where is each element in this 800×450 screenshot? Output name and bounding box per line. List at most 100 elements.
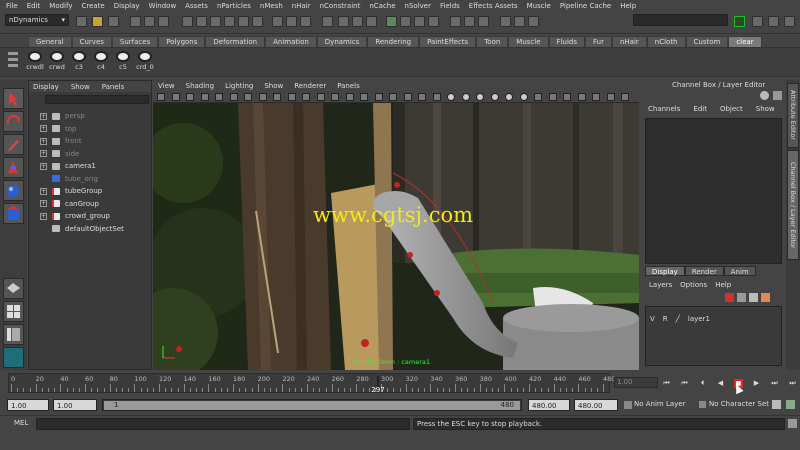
outliner-item[interactable]: + front [29, 135, 151, 148]
open-scene-icon[interactable] [92, 16, 103, 27]
shelf-button[interactable]: crwdl [24, 51, 46, 71]
viewport-menu-view[interactable]: View [158, 82, 175, 90]
expand-icon[interactable]: + [40, 212, 47, 220]
menu-assets[interactable]: Assets [185, 2, 208, 10]
snap-grid-icon[interactable] [196, 16, 207, 27]
render-icon[interactable] [461, 93, 470, 101]
shelf-tab-general[interactable]: General [28, 36, 72, 47]
textured-icon[interactable] [345, 93, 354, 101]
current-frame-field[interactable]: 1.00 [614, 377, 658, 388]
expand-icon[interactable]: + [40, 150, 47, 158]
scale-tool-icon[interactable] [3, 203, 24, 224]
shelf-tab-curves[interactable]: Curves [71, 36, 112, 47]
render-view-icon[interactable] [450, 16, 461, 27]
expand-icon[interactable]: + [40, 200, 47, 208]
layer-visibility-toggle[interactable]: V [650, 315, 655, 323]
quick-input-field[interactable] [633, 14, 728, 26]
bounding-box-icon[interactable] [534, 93, 542, 101]
paint-icon[interactable] [514, 16, 525, 27]
shelf-button[interactable]: c3 [68, 51, 90, 71]
attribute-editor-tab[interactable]: Attribute Editor [787, 83, 799, 148]
shelf-button[interactable]: crwd [46, 51, 68, 71]
channel-box-options-icon[interactable] [760, 91, 769, 100]
playback-start-field[interactable]: 1.00 [53, 399, 97, 411]
grid-icon[interactable] [287, 93, 296, 101]
make-live-icon[interactable] [252, 16, 263, 27]
bookmark-icon[interactable] [171, 93, 180, 101]
layer-sort-icon[interactable] [761, 293, 770, 302]
range-slider-handle[interactable]: 1 480 [104, 401, 520, 410]
play-back-icon[interactable]: ◀ [716, 379, 725, 388]
menu-window[interactable]: Window [149, 2, 177, 10]
outliner-item[interactable]: + crowd_group [29, 210, 151, 223]
shelf-tab-animation[interactable]: Animation [265, 36, 317, 47]
smooth-shade-icon[interactable] [316, 93, 325, 101]
channel-box-content[interactable] [645, 118, 782, 264]
render-settings-icon[interactable] [366, 16, 377, 27]
sculpt-icon[interactable] [500, 16, 511, 27]
tool-settings-icon[interactable] [752, 16, 763, 27]
select-component-icon[interactable] [158, 16, 169, 27]
expand-icon[interactable]: + [40, 137, 47, 145]
outliner-item[interactable]: + tubeGroup [29, 185, 151, 198]
shelf-button[interactable]: c5 [112, 51, 134, 71]
quality-icon[interactable] [577, 93, 586, 101]
step-forward-key-icon[interactable]: ⏭ [770, 379, 779, 388]
channel-box-layout-icon[interactable] [773, 91, 782, 100]
menu-pipeline-cache[interactable]: Pipeline Cache [560, 2, 611, 10]
outliner-menu-show[interactable]: Show [71, 83, 90, 91]
motion-blur-icon[interactable] [490, 93, 499, 101]
shelf-tab-clear[interactable]: clear [728, 36, 762, 47]
select-object-icon[interactable] [144, 16, 155, 27]
menu-edit[interactable]: Edit [27, 2, 41, 10]
layer-render-toggle[interactable]: R [663, 315, 668, 323]
layout-outliner-icon[interactable] [3, 324, 24, 345]
expand-icon[interactable]: + [40, 162, 47, 170]
history-icon[interactable] [272, 16, 283, 27]
menu-nconstraint[interactable]: nConstraint [320, 2, 361, 10]
snap-plane-icon[interactable] [238, 16, 249, 27]
shelf-button[interactable]: crd_0 [134, 51, 156, 71]
wireframe-shaded-icon[interactable] [519, 93, 528, 101]
go-start-icon[interactable]: ⏮ [662, 379, 671, 388]
outliner-item[interactable]: + top [29, 123, 151, 136]
viewport-menu-lighting[interactable]: Lighting [225, 82, 253, 90]
layer-tab-render[interactable]: Render [684, 266, 724, 276]
xray-joints-icon[interactable] [418, 93, 426, 101]
viewport-menu-panels[interactable]: Panels [337, 82, 360, 90]
outliner-menu-display[interactable]: Display [33, 83, 59, 91]
outliner-item[interactable]: + persp [29, 110, 151, 123]
shelf-tab-deformation[interactable]: Deformation [205, 36, 266, 47]
outliner-filter-field[interactable] [45, 95, 149, 104]
shelf-menu-icon[interactable] [8, 52, 18, 72]
layer-editor-toggle-icon[interactable] [784, 16, 795, 27]
new-scene-icon[interactable] [76, 16, 87, 27]
lasso-tool-icon[interactable] [3, 111, 24, 132]
layer-menu-help[interactable]: Help [715, 281, 731, 289]
camera-icon[interactable] [428, 16, 439, 27]
layer-tab-anim[interactable]: Anim [723, 266, 756, 276]
texture-icon[interactable] [563, 93, 571, 101]
ao-icon[interactable] [476, 93, 484, 101]
playback-end-field[interactable]: 480.00 [528, 399, 570, 411]
outliner-item[interactable]: + side [29, 148, 151, 161]
help-icon[interactable] [322, 16, 333, 27]
shelf-tab-surfaces[interactable]: Surfaces [111, 36, 159, 47]
backface-icon[interactable] [432, 93, 441, 101]
gate-mask-icon[interactable] [229, 93, 238, 101]
anim-layer-dropdown[interactable]: No Anim Layer [634, 400, 685, 408]
select-tool-icon[interactable] [3, 88, 24, 109]
select-hierarchy-icon[interactable] [130, 16, 141, 27]
shelf-tab-custom[interactable]: Custom [685, 36, 729, 47]
safe-title-icon[interactable] [273, 93, 281, 101]
range-slider-bar[interactable]: 1 480 [102, 399, 522, 411]
light-icon[interactable] [505, 93, 513, 101]
snap-curve-icon[interactable] [210, 16, 221, 27]
hud-icon[interactable] [447, 93, 455, 101]
layer-tab-display[interactable]: Display [645, 266, 685, 276]
menu-nmesh[interactable]: nMesh [260, 2, 283, 10]
preferences-icon[interactable] [786, 400, 795, 409]
shelf-tab-ncloth[interactable]: nCloth [646, 36, 686, 47]
script-editor-button-icon[interactable] [788, 419, 797, 428]
save-scene-icon[interactable] [108, 16, 119, 27]
